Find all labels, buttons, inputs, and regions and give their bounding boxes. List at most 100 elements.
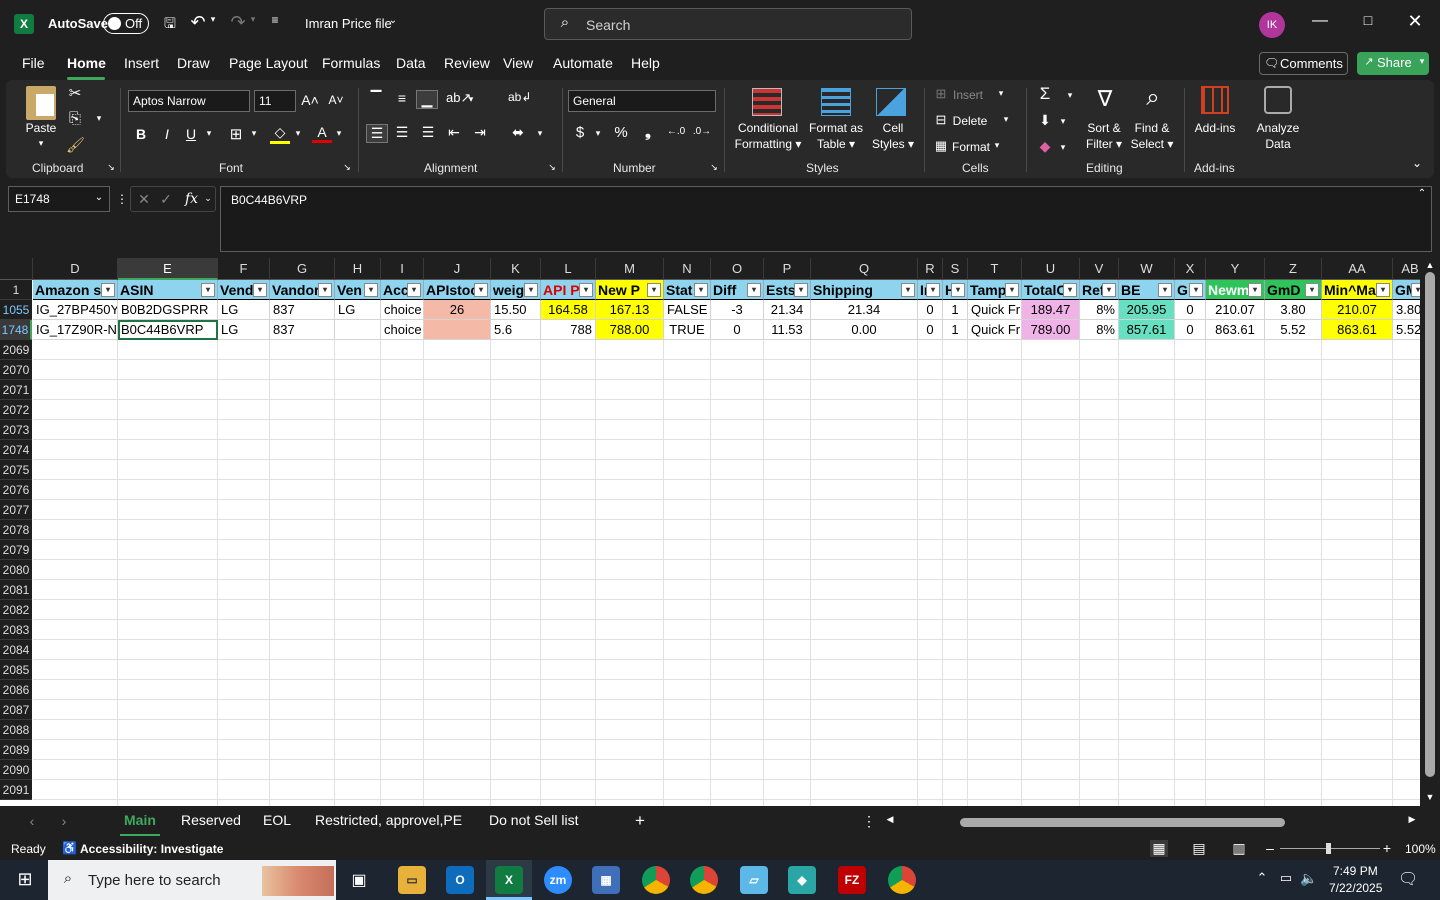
share-button[interactable]: ↗ Share ▾: [1357, 52, 1429, 75]
next-sheet-icon[interactable]: ›: [58, 813, 70, 829]
table-header-cell[interactable]: weig ▾: [491, 280, 541, 300]
chrome-user-icon[interactable]: [888, 866, 916, 894]
table-cell[interactable]: 1: [943, 320, 968, 340]
table-cell[interactable]: 0: [918, 320, 943, 340]
formula-expand-icon[interactable]: ⌃: [1416, 188, 1428, 199]
menu-view[interactable]: View: [503, 55, 533, 71]
chrome-icon[interactable]: [642, 866, 670, 894]
search-box[interactable]: ⌕ Search: [544, 8, 912, 40]
menu-review[interactable]: Review: [444, 55, 490, 71]
cell-styles-icon[interactable]: [876, 88, 906, 116]
row-header[interactable]: 2069: [0, 340, 32, 360]
table-cell[interactable]: Quick Fr: [968, 300, 1022, 320]
fill-color-dropdown-icon[interactable]: ▾: [293, 128, 303, 139]
undo-icon[interactable]: ↶: [188, 12, 208, 33]
column-header[interactable]: Q: [811, 258, 918, 280]
table-cell[interactable]: IG_17Z90R-N.: [33, 320, 118, 340]
redo-dropdown-icon[interactable]: ▾: [248, 14, 258, 25]
filter-dropdown-icon[interactable]: ▾: [579, 283, 593, 297]
notepad-app-icon[interactable]: ▱: [740, 866, 768, 894]
table-cell[interactable]: LG: [218, 320, 270, 340]
table-cell[interactable]: IG_27BP450Y-: [33, 300, 118, 320]
filter-dropdown-icon[interactable]: ▾: [1305, 283, 1319, 297]
table-header-cell[interactable]: Vandor ▾: [270, 280, 335, 300]
menu-insert[interactable]: Insert: [124, 55, 159, 71]
tray-chevron-icon[interactable]: ⌃: [1255, 870, 1269, 886]
zoom-in-icon[interactable]: +: [1381, 840, 1393, 856]
addins-icon[interactable]: [1201, 86, 1229, 114]
column-header[interactable]: U: [1022, 258, 1080, 280]
formula-bar-options-icon[interactable]: ⋮: [116, 192, 128, 206]
menu-home[interactable]: Home: [67, 55, 106, 71]
undo-dropdown-icon[interactable]: ▾: [208, 14, 218, 25]
add-sheet-icon[interactable]: +: [632, 811, 648, 831]
selected-cell[interactable]: B0C44B6VRP: [118, 320, 218, 340]
merge-dropdown-icon[interactable]: ▾: [535, 128, 545, 139]
network-icon[interactable]: ▭: [1277, 870, 1295, 886]
filter-dropdown-icon[interactable]: ▾: [794, 283, 808, 297]
table-cell[interactable]: 5.52: [1393, 320, 1420, 340]
row-header[interactable]: 2077: [0, 500, 32, 520]
cell-styles-button[interactable]: Cell Styles ▾: [868, 120, 918, 152]
table-header-cell[interactable]: GMD▾: [1393, 280, 1420, 300]
conditional-formatting-icon[interactable]: [752, 88, 782, 116]
clock-time[interactable]: 7:49 PM: [1333, 864, 1378, 878]
table-cell[interactable]: 1: [943, 300, 968, 320]
column-header[interactable]: P: [764, 258, 811, 280]
font-size-select[interactable]: 11: [254, 90, 296, 112]
italic-icon[interactable]: I: [158, 126, 176, 142]
filter-dropdown-icon[interactable]: ▾: [524, 283, 538, 297]
formula-input[interactable]: B0C44B6VRP: [220, 186, 1432, 252]
column-header[interactable]: I: [381, 258, 424, 280]
table-header-cell[interactable]: New P ▾: [596, 280, 664, 300]
number-format-select[interactable]: General: [568, 90, 716, 112]
table-cell[interactable]: LG: [335, 300, 381, 320]
calculator-icon[interactable]: ▦: [592, 866, 620, 894]
menu-formulas[interactable]: Formulas: [322, 55, 380, 71]
row-header[interactable]: 2076: [0, 480, 32, 500]
table-cell[interactable]: 167.13: [596, 300, 664, 320]
fx-dropdown-icon[interactable]: ⌄: [203, 193, 213, 204]
file-name-chevron-icon[interactable]: ⌄: [387, 15, 399, 26]
table-cell[interactable]: 21.34: [811, 300, 918, 320]
table-header-cell[interactable]: Vend ▾: [218, 280, 270, 300]
format-painter-icon[interactable]: 🖌: [66, 136, 85, 154]
zoom-out-icon[interactable]: –: [1264, 840, 1276, 856]
taskbar-search[interactable]: ⌕ Type here to search: [48, 860, 336, 900]
bold-icon[interactable]: B: [132, 126, 150, 142]
zoom-slider[interactable]: [1280, 843, 1380, 854]
filter-dropdown-icon[interactable]: ▾: [1376, 283, 1390, 297]
filter-dropdown-icon[interactable]: ▾: [1158, 283, 1172, 297]
row-header[interactable]: 2078: [0, 520, 32, 540]
wrap-text-icon[interactable]: ab↲: [508, 90, 531, 104]
table-cell[interactable]: -3: [711, 300, 764, 320]
column-header[interactable]: X: [1175, 258, 1206, 280]
alignment-launcher-icon[interactable]: ↘: [547, 162, 557, 173]
comma-style-icon[interactable]: ❟: [640, 124, 656, 141]
underline-icon[interactable]: U: [182, 126, 200, 142]
table-cell[interactable]: 15.50: [491, 300, 541, 320]
table-cell[interactable]: 8%: [1080, 300, 1119, 320]
row-header[interactable]: 2072: [0, 400, 32, 420]
percent-icon[interactable]: %: [612, 124, 630, 141]
table-cell[interactable]: 210.07: [1322, 300, 1393, 320]
filter-dropdown-icon[interactable]: ▾: [901, 283, 915, 297]
ribbon-collapse-icon[interactable]: ⌄: [1410, 156, 1424, 170]
column-header[interactable]: Z: [1265, 258, 1322, 280]
table-header-cell[interactable]: Ests ▾: [764, 280, 811, 300]
filter-dropdown-icon[interactable]: ▾: [1102, 283, 1116, 297]
row-header[interactable]: 2071: [0, 380, 32, 400]
table-header-cell[interactable]: Amazon sl ▾: [33, 280, 118, 300]
delete-cells-button[interactable]: Delete: [950, 113, 990, 129]
filter-dropdown-icon[interactable]: ▾: [747, 283, 761, 297]
delete-cells-icon[interactable]: ⊟: [932, 112, 950, 128]
sheet-tab-do-not-sell[interactable]: Do not Sell list: [489, 812, 578, 828]
table-cell[interactable]: choice: [381, 300, 424, 320]
worksheet-grid[interactable]: D E F G H I J K L M N O P Q R S T U V W X Y Z AA AB 1 Amazon sl ▾ AS…: [0, 258, 1420, 806]
avatar[interactable]: IK: [1259, 12, 1285, 38]
sheet-tab-eol[interactable]: EOL: [263, 812, 291, 828]
table-cell[interactable]: 863.61: [1206, 320, 1265, 340]
sort-filter-icon[interactable]: ∇: [1090, 86, 1120, 112]
currency-dropdown-icon[interactable]: ▾: [593, 128, 603, 139]
delete-dropdown-icon[interactable]: ▾: [1001, 114, 1011, 125]
